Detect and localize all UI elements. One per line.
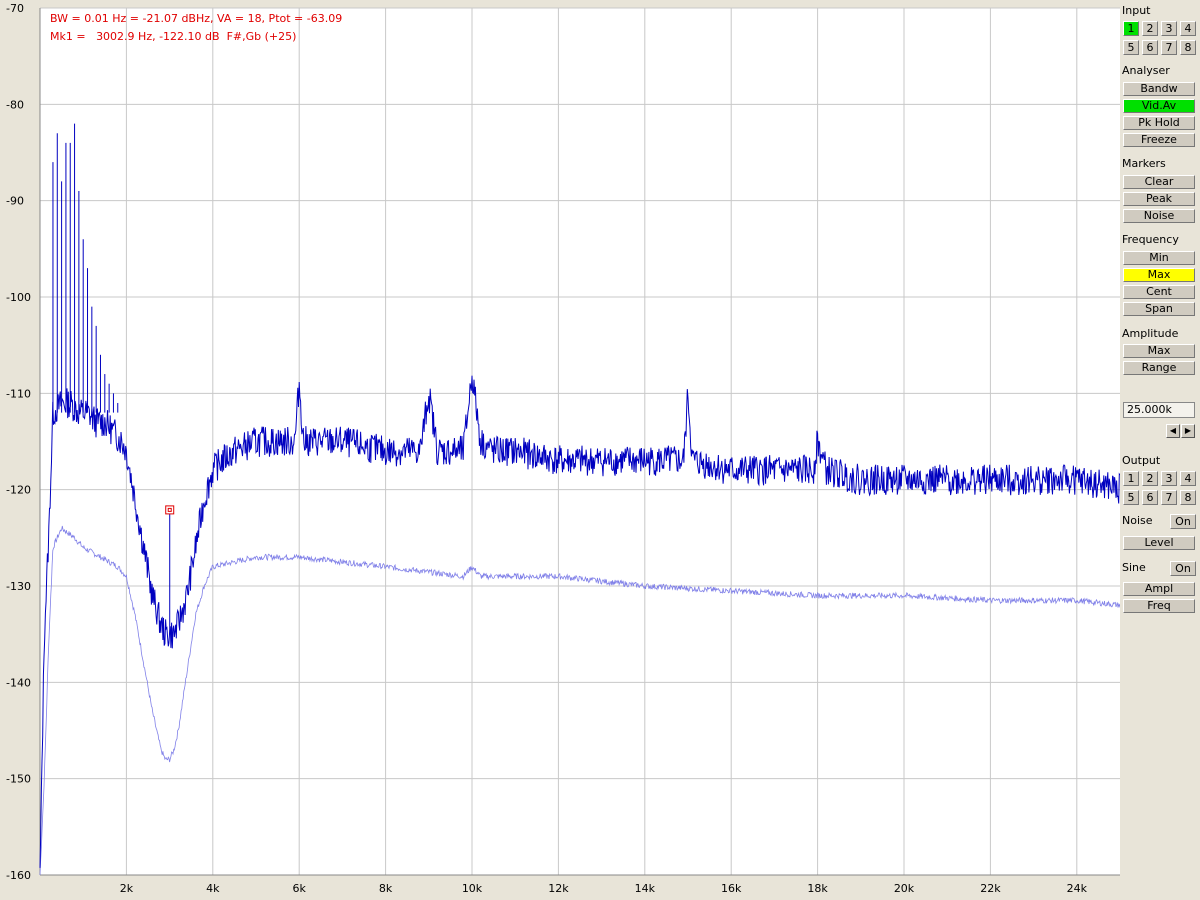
output-channel-8-button[interactable]: 8 [1180,490,1196,505]
markers-clear-button[interactable]: Clear [1123,175,1195,189]
analyser-pk-hold-button[interactable]: Pk Hold [1123,116,1195,130]
x-tick-label: 8k [379,882,393,895]
output-channel-3-button[interactable]: 3 [1161,471,1177,486]
sine-on-toggle[interactable]: On [1170,561,1196,576]
x-tick-label: 2k [120,882,134,895]
analyser-bandw-button[interactable]: Bandw [1123,82,1195,96]
value-input[interactable]: 25.000k [1123,402,1195,418]
input-channel-3-button[interactable]: 3 [1161,21,1177,36]
y-tick-label: -80 [6,98,24,111]
noise-label: Noise [1122,514,1153,527]
output-channel-7-button[interactable]: 7 [1161,490,1177,505]
frequency-span-button[interactable]: Span [1123,302,1195,316]
y-tick-label: -90 [6,195,24,208]
x-tick-label: 20k [894,882,915,895]
frequency-min-button[interactable]: Min [1123,251,1195,265]
output-channel-1-button[interactable]: 1 [1123,471,1139,486]
amplitude-range-button[interactable]: Range [1123,361,1195,375]
output-channel-6-button[interactable]: 6 [1142,490,1158,505]
markers-label: Markers [1122,157,1166,170]
y-tick-label: -110 [6,387,31,400]
marker-readout: Mk1 = 3002.9 Hz, -122.10 dB F#,Gb (+25) [50,30,297,43]
input-channel-8-button[interactable]: 8 [1180,40,1196,55]
output-channel-2-button[interactable]: 2 [1142,471,1158,486]
analyser-freeze-button[interactable]: Freeze [1123,133,1195,147]
triangle-right-icon[interactable]: ▶ [1181,424,1195,438]
x-tick-label: 10k [462,882,483,895]
plot-background [40,8,1120,875]
y-tick-label: -160 [6,869,31,882]
input-channel-7-button[interactable]: 7 [1161,40,1177,55]
input-channel-6-button[interactable]: 6 [1142,40,1158,55]
input-channel-4-button[interactable]: 4 [1180,21,1196,36]
sine-ampl-button[interactable]: Ampl [1123,582,1195,596]
x-tick-label: 18k [807,882,828,895]
frequency-label: Frequency [1122,233,1179,246]
y-tick-label: -100 [6,291,31,304]
sine-freq-button[interactable]: Freq [1123,599,1195,613]
markers-noise-button[interactable]: Noise [1123,209,1195,223]
y-tick-label: -130 [6,580,31,593]
triangle-left-icon[interactable]: ◀ [1166,424,1180,438]
analyser-vid-av-button[interactable]: Vid.Av [1123,99,1195,113]
x-tick-label: 22k [980,882,1001,895]
y-tick-label: -70 [6,2,24,15]
frequency-cent-button[interactable]: Cent [1123,285,1195,299]
control-panel: Input 12345678 Analyser Bandw Vid.Av Pk Ho… [1120,0,1200,900]
x-tick-label: 14k [635,882,656,895]
frequency-max-button[interactable]: Max [1123,268,1195,282]
amplitude-max-button[interactable]: Max [1123,344,1195,358]
x-tick-label: 6k [293,882,307,895]
y-tick-label: -140 [6,676,31,689]
output-channel-4-button[interactable]: 4 [1180,471,1196,486]
noise-level-button[interactable]: Level [1123,536,1195,550]
analyser-label: Analyser [1122,64,1170,77]
bandwidth-readout: BW = 0.01 Hz = -21.07 dBHz, VA = 18, Pto… [50,12,343,25]
spectrum-plot[interactable]: -70 -80 -90 -100 -110 -120 -130 -140 -150 -160 2k 4… [0,0,1120,900]
input-channel-5-button[interactable]: 5 [1123,40,1139,55]
noise-on-toggle[interactable]: On [1170,514,1196,529]
x-tick-label: 16k [721,882,742,895]
input-channel-1-button[interactable]: 1 [1123,21,1139,36]
x-tick-label: 24k [1067,882,1088,895]
amplitude-label: Amplitude [1122,327,1179,340]
output-label: Output [1122,454,1161,467]
spectrum-chart[interactable]: -70 -80 -90 -100 -110 -120 -130 -140 -150 -160 2k 4… [0,0,1120,900]
y-tick-label: -150 [6,773,31,786]
y-tick-label: -120 [6,484,31,497]
x-tick-label: 12k [548,882,569,895]
x-tick-label: 4k [206,882,220,895]
output-channel-5-button[interactable]: 5 [1123,490,1139,505]
markers-peak-button[interactable]: Peak [1123,192,1195,206]
sine-label: Sine [1122,561,1146,574]
input-label: Input [1122,4,1151,17]
input-channel-2-button[interactable]: 2 [1142,21,1158,36]
